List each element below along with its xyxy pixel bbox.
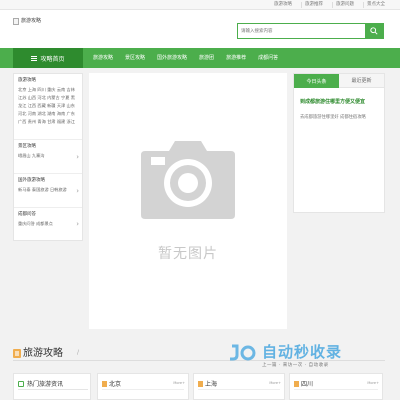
search-input[interactable] <box>238 24 366 38</box>
watermark-subtitle: 上一篇 · 来访一次 · 自动收录 <box>262 363 329 368</box>
nav-item[interactable]: 景区攻略 <box>119 48 151 68</box>
region-title: 上海 <box>205 381 218 388</box>
top-link[interactable]: 旅游推荐 <box>301 2 326 8</box>
region-header[interactable]: 北京 <box>102 379 121 388</box>
nav-home-label: 攻略首页 <box>40 55 65 63</box>
search-button[interactable] <box>365 24 383 38</box>
site-logo[interactable]: 旅游攻略 <box>13 18 41 25</box>
featured-image-placeholder[interactable]: 暂无图片 <box>89 73 287 329</box>
broken-image-icon <box>13 18 19 25</box>
search-icon <box>370 27 378 35</box>
hot-news-title: 热门旅游资讯 <box>27 381 64 388</box>
headline-link[interactable]: 到成都旅游住哪里方便又便宜 <box>300 99 378 106</box>
nav-items: 旅游攻略 景区攻略 国外旅游攻略 旅游团 旅游推荐 成都问答 <box>87 48 284 68</box>
sidebar-block-title: 景区攻略 <box>18 144 36 149</box>
more-link[interactable]: More+ <box>269 381 281 385</box>
more-link[interactable]: More+ <box>173 381 185 385</box>
region-columns: 北京 More+ 上海 More+ 四川 More+ <box>97 373 383 400</box>
category-sidebar: 旅游攻略 北京 上海 四川 重庆 云南 吉林 江苏 山西 河北 内蒙古 宁夏 黑… <box>13 73 83 241</box>
sidebar-block-title: 旅游攻略 <box>18 78 36 83</box>
section-slash: / <box>77 349 80 356</box>
divider <box>102 389 184 390</box>
top-link[interactable]: 旅游问题 <box>332 2 357 8</box>
nav-item[interactable]: 旅游推荐 <box>220 48 252 68</box>
region-title: 北京 <box>109 381 122 388</box>
chevron-right-icon: › <box>76 220 79 228</box>
hot-news-header[interactable]: 热门旅游资讯 <box>18 379 63 388</box>
more-link[interactable]: More+ <box>367 381 379 385</box>
news-tabs: 今日头条 最近更新 <box>294 74 384 88</box>
divider <box>294 389 378 390</box>
region-tag-icon <box>294 380 299 387</box>
divider <box>18 389 88 390</box>
watermark-logo-icon <box>230 344 256 361</box>
section-book-icon <box>13 349 21 358</box>
nav-item[interactable]: 旅游团 <box>193 48 220 68</box>
region-card-sichuan: 四川 More+ <box>289 373 383 400</box>
site-header: 旅游攻略 <box>0 10 400 48</box>
top-links: 旅游攻略 旅游推荐 旅游问题 景点大全 <box>271 2 388 8</box>
region-title: 四川 <box>301 381 314 388</box>
menu-icon <box>31 55 38 61</box>
nav-item[interactable]: 国外旅游攻略 <box>151 48 193 68</box>
camera-icon <box>141 141 235 219</box>
sidebar-block-links[interactable]: 新马泰 泰国旅游 日韩旅游 <box>18 186 78 194</box>
sidebar-block-qa[interactable]: 成都问答 重庆问答 成都景点 › <box>14 208 82 240</box>
sidebar-block-links[interactable]: 峨眉山 九寨沟 <box>18 152 78 160</box>
divider <box>198 389 280 390</box>
region-header[interactable]: 四川 <box>294 379 313 388</box>
region-card-shanghai: 上海 More+ <box>193 373 285 400</box>
top-link[interactable]: 旅游攻略 <box>271 2 295 8</box>
chevron-right-icon: › <box>76 186 79 195</box>
nav-item[interactable]: 旅游攻略 <box>87 48 119 68</box>
tab-today-headlines[interactable]: 今日头条 <box>294 74 339 88</box>
sidebar-block-links[interactable]: 北京 上海 四川 重庆 云南 吉林 江苏 山西 河北 内蒙古 宁夏 黑龙江 江西… <box>18 86 78 126</box>
nav-item[interactable]: 成都问答 <box>252 48 284 68</box>
tab-recent-updates[interactable]: 最近更新 <box>339 74 384 88</box>
chevron-right-icon: › <box>76 152 79 161</box>
sidebar-block-scenic[interactable]: 景区攻略 峨眉山 九寨沟 › <box>14 140 82 174</box>
sidebar-block-title: 国外旅游攻略 <box>18 178 45 183</box>
main-nav: 攻略首页 旅游攻略 景区攻略 国外旅游攻略 旅游团 旅游推荐 成都问答 <box>0 48 400 68</box>
region-tag-icon <box>198 380 203 387</box>
nav-home[interactable]: 攻略首页 <box>13 48 83 68</box>
region-header[interactable]: 上海 <box>198 379 217 388</box>
hot-news-card: 热门旅游资讯 <box>13 373 91 400</box>
region-card-beijing: 北京 More+ <box>97 373 189 400</box>
section-title: 旅游攻略 <box>23 348 63 359</box>
news-icon <box>18 380 24 387</box>
watermark-title: 自动秒收录 <box>262 343 343 361</box>
watermark: 自动秒收录 上一篇 · 来访一次 · 自动收录 <box>228 340 388 374</box>
sidebar-block-abroad[interactable]: 国外旅游攻略 新马泰 泰国旅游 日韩旅游 › <box>14 174 82 208</box>
sidebar-block-title: 成都问答 <box>18 212 36 217</box>
headline-description: 去成都旅游住哪里好 成都住宿攻略 <box>300 115 366 120</box>
top-utility-bar: 旅游攻略 旅游推荐 旅游问题 景点大全 <box>0 0 400 10</box>
logo-alt-text: 旅游攻略 <box>21 18 42 24</box>
region-tag-icon <box>102 380 107 387</box>
news-tabs-panel: 今日头条 最近更新 到成都旅游住哪里方便又便宜 去成都旅游住哪里好 成都住宿攻略 <box>293 73 385 213</box>
sidebar-block-links[interactable]: 重庆问答 成都景点 <box>18 220 78 228</box>
no-image-text: 暂无图片 <box>158 246 218 262</box>
sidebar-block-travel[interactable]: 旅游攻略 北京 上海 四川 重庆 云南 吉林 江苏 山西 河北 内蒙古 宁夏 黑… <box>14 74 82 140</box>
search-box <box>237 23 384 39</box>
top-link[interactable]: 景点大全 <box>363 2 388 8</box>
